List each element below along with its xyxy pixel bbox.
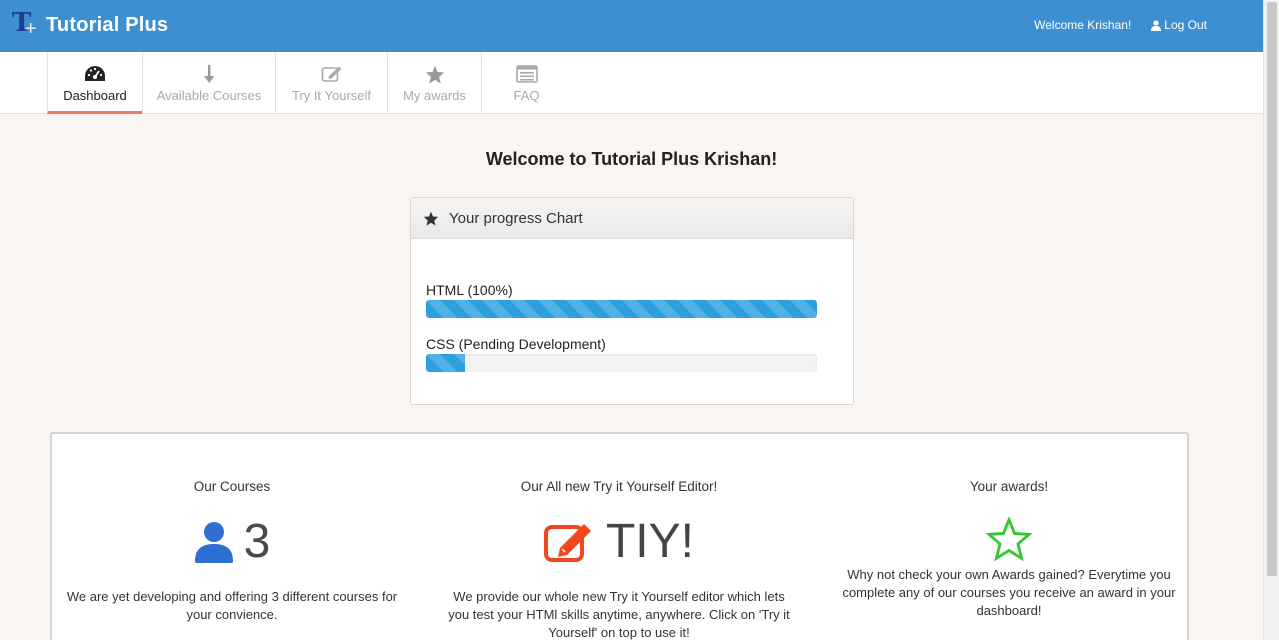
page-scrollbar[interactable] xyxy=(1263,0,1279,640)
brand-logo: T + xyxy=(12,8,42,40)
progress-item-html: HTML (100%) xyxy=(426,282,818,318)
progress-track xyxy=(426,300,817,318)
logo-plus: + xyxy=(24,18,38,37)
progress-track xyxy=(426,354,817,372)
tab-available-courses[interactable]: Available Courses xyxy=(142,52,275,114)
star-icon xyxy=(423,211,439,226)
progress-label: CSS (Pending Development) xyxy=(426,336,606,352)
user-icon xyxy=(194,521,233,563)
courses-count: 3 xyxy=(243,515,271,568)
tab-faq[interactable]: FAQ xyxy=(481,52,571,114)
progress-item-css: CSS (Pending Development) xyxy=(426,336,818,372)
progress-panel: Your progress Chart HTML (100%) CSS (Pen… xyxy=(410,197,854,405)
tiy-big-text: TIY! xyxy=(605,515,694,568)
progress-panel-header: Your progress Chart xyxy=(411,198,853,239)
welcome-user-text: Welcome Krishan! xyxy=(1034,18,1132,32)
logout-label: Log Out xyxy=(1164,18,1207,32)
progress-fill-css xyxy=(426,354,466,372)
brand-name: Tutorial Plus xyxy=(46,13,169,36)
logout-link[interactable]: Log Out xyxy=(1151,18,1207,32)
feature-title: Our Courses xyxy=(193,479,271,494)
award-star-icon xyxy=(986,517,1032,561)
main-tab-bar: Dashboard Available Courses Try It Yours… xyxy=(0,52,1263,114)
tab-label: FAQ xyxy=(513,88,540,103)
features-section: Our Courses 3 We are yet developing and … xyxy=(50,432,1189,640)
feature-desc: We are yet developing and offering 3 dif… xyxy=(66,589,398,622)
tab-label: Dashboard xyxy=(63,88,127,103)
progress-panel-title: Your progress Chart xyxy=(449,209,583,227)
scrollbar-thumb[interactable] xyxy=(1267,2,1277,576)
feature-title: Your awards! xyxy=(969,479,1049,494)
list-icon xyxy=(515,65,538,83)
feature-desc: We provide our whole new Try it Yourself… xyxy=(448,589,790,640)
dashboard-icon xyxy=(85,66,105,81)
progress-fill-html xyxy=(426,300,817,318)
tab-label: Try It Yourself xyxy=(292,88,371,103)
top-navbar: T + Tutorial Plus Welcome Krishan! Log O… xyxy=(0,0,1263,52)
user-icon xyxy=(1151,19,1162,31)
feature-title: Our All new Try it Yourself Editor! xyxy=(520,479,718,494)
page-title: Welcome to Tutorial Plus Krishan! xyxy=(485,149,778,169)
tab-label: Available Courses xyxy=(156,88,262,103)
tab-dashboard[interactable]: Dashboard xyxy=(47,52,142,114)
brand[interactable]: T + Tutorial Plus xyxy=(12,8,169,40)
tab-try-it-yourself[interactable]: Try It Yourself xyxy=(275,52,387,114)
progress-label: HTML (100%) xyxy=(426,282,513,298)
download-arrow-icon xyxy=(204,65,215,83)
tab-label: My awards xyxy=(403,88,466,103)
tab-my-awards[interactable]: My awards xyxy=(387,52,481,114)
edit-icon xyxy=(321,66,341,82)
edit-icon xyxy=(543,523,591,562)
star-icon xyxy=(425,65,444,84)
feature-desc: Why not check your own Awards gained? Ev… xyxy=(842,567,1176,618)
